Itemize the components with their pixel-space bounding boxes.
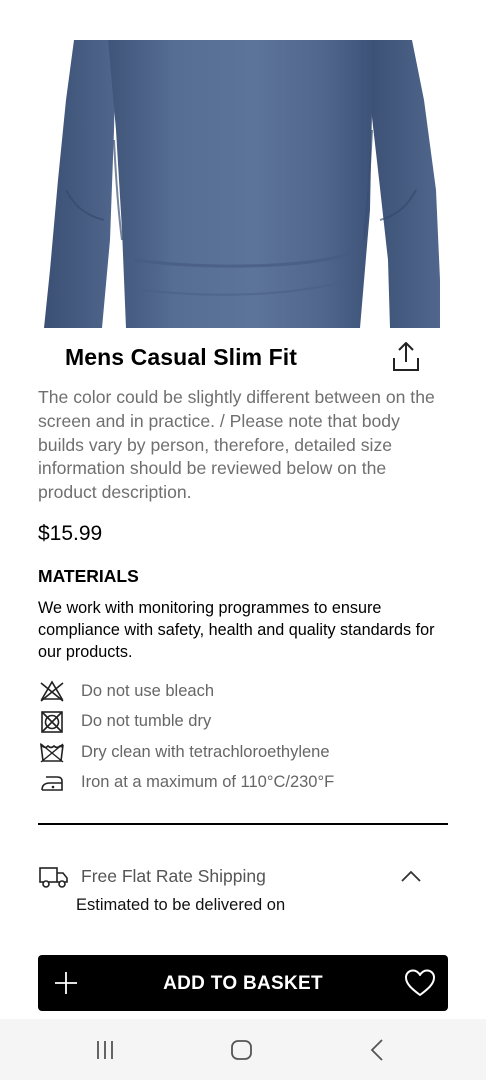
recent-apps-icon [97,1041,113,1059]
recent-apps-button[interactable] [91,1037,119,1063]
care-item-dry-clean: Dry clean with tetrachloroethylene [38,737,438,768]
dry-clean-icon [39,743,64,763]
no-bleach-icon [40,680,64,702]
system-navigation-bar [0,1019,486,1080]
back-button[interactable] [364,1037,392,1063]
product-image [44,40,440,328]
materials-text: We work with monitoring programmes to en… [38,599,435,661]
care-item-bleach: Do not use bleach [38,676,438,707]
shirt-illustration [44,40,440,328]
product-title: Mens Casual Slim Fit [65,344,298,370]
shipping-section[interactable]: Free Flat Rate Shipping Estimated to be … [38,862,448,922]
product-description: The color could be slightly different be… [38,387,435,503]
no-tumble-dry-icon [41,710,63,733]
back-icon [370,1039,383,1061]
chevron-up-icon[interactable] [400,868,422,884]
care-label: Iron at a maximum of 110°C/230°F [81,773,335,792]
care-item-iron: Iron at a maximum of 110°C/230°F [38,768,438,799]
iron-icon [41,775,63,791]
care-label: Dry clean with tetrachloroethylene [81,742,330,761]
section-divider [38,823,448,825]
home-button[interactable] [228,1037,256,1063]
shipping-label: Free Flat Rate Shipping [81,866,266,886]
care-label: Do not use bleach [81,681,215,700]
add-to-basket-button[interactable]: ADD TO BASKET [38,955,448,1011]
delivery-estimate: Estimated to be delivered on [76,896,286,914]
product-price: $15.99 [38,522,103,545]
truck-icon [39,867,68,888]
heart-icon[interactable] [404,968,436,998]
care-item-tumble: Do not tumble dry [38,707,438,738]
share-icon [393,342,419,371]
care-instructions: Do not use bleach Do not tumble dry Dry … [38,676,438,798]
home-icon [231,1040,252,1060]
care-label: Do not tumble dry [81,712,212,731]
add-to-basket-label: ADD TO BASKET [163,973,323,994]
share-button[interactable] [390,340,422,374]
materials-heading: MATERIALS [38,566,139,586]
